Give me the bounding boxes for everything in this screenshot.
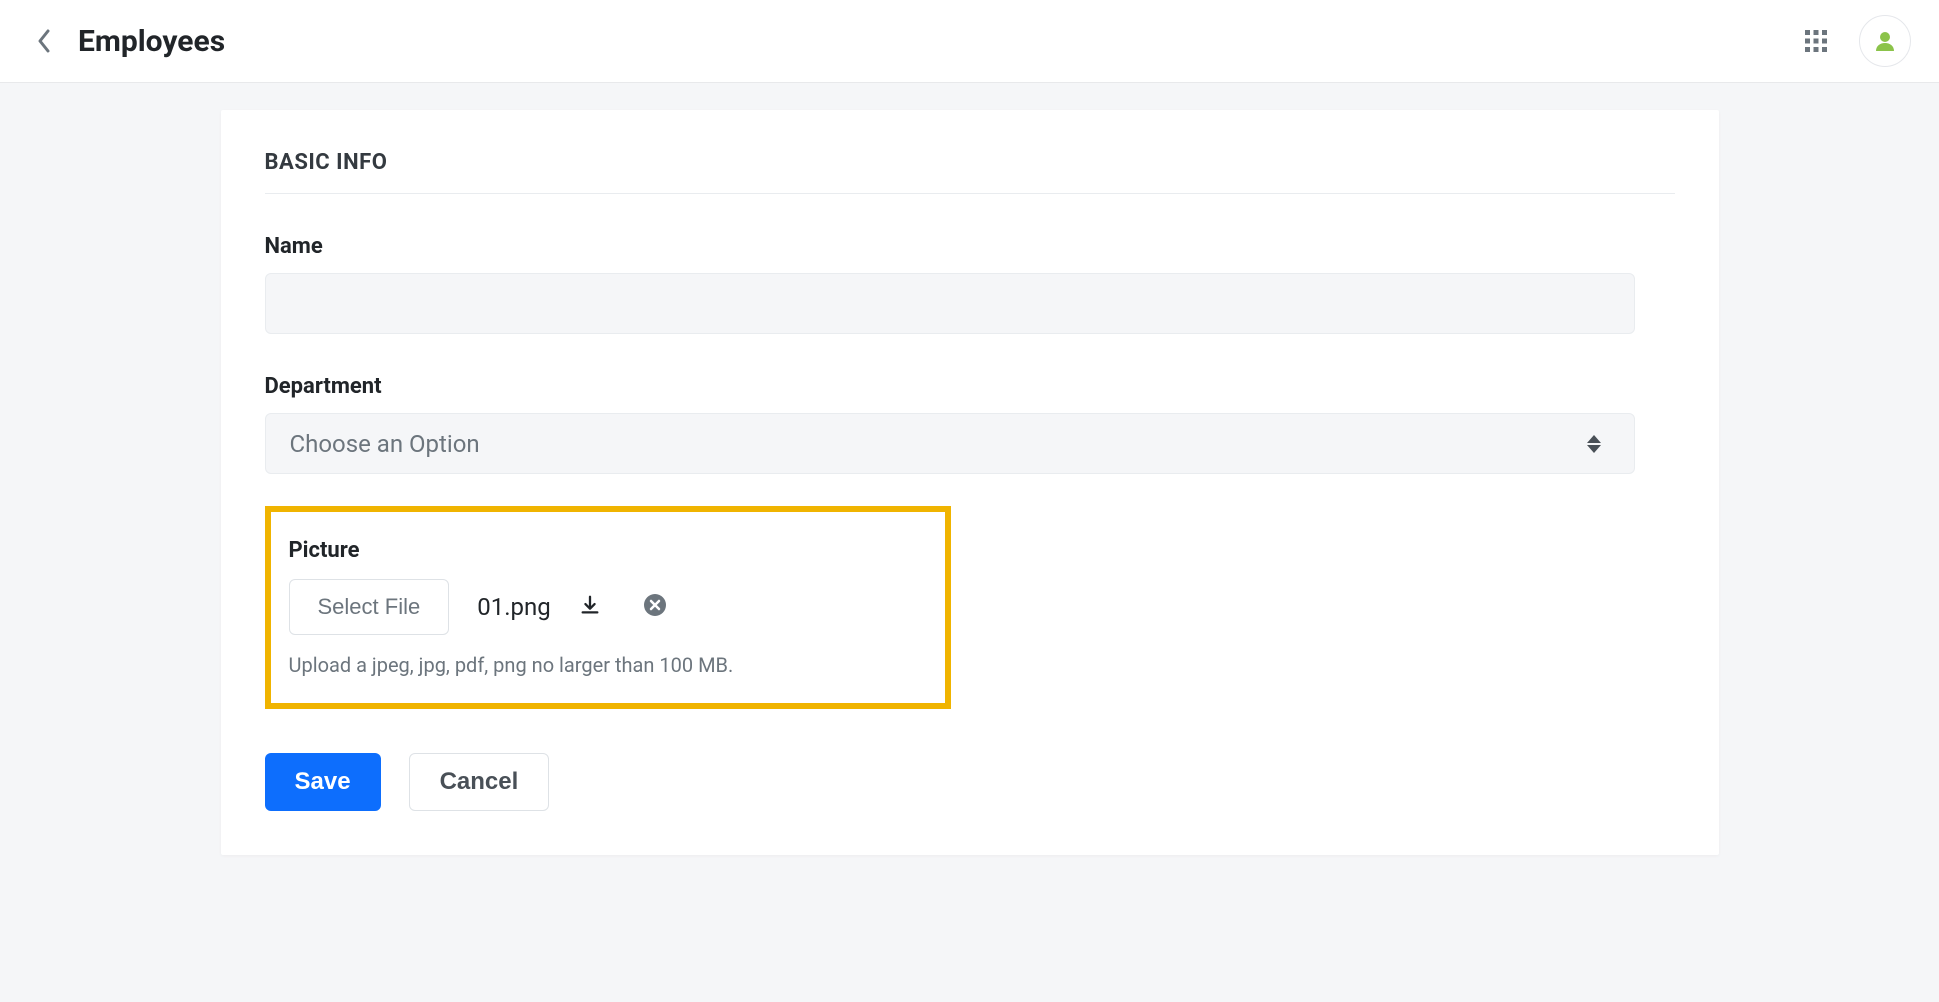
apps-button[interactable]: [1803, 28, 1829, 54]
user-avatar-button[interactable]: [1859, 15, 1911, 67]
name-field: Name: [265, 234, 1675, 334]
department-select-placeholder: Choose an Option: [290, 430, 480, 458]
name-input[interactable]: [265, 273, 1635, 334]
picture-field-highlighted: Picture Select File 01.png Upload a jpeg…: [265, 506, 951, 709]
cancel-button[interactable]: Cancel: [409, 753, 550, 811]
user-icon: [1873, 29, 1897, 53]
picture-label: Picture: [289, 538, 927, 563]
form-card: BASIC INFO Name Department Choose an Opt…: [221, 110, 1719, 855]
chevron-left-icon: [37, 29, 51, 53]
form-actions: Save Cancel: [265, 753, 1675, 811]
topbar-right: [1803, 15, 1911, 67]
section-title: BASIC INFO: [265, 150, 1675, 194]
close-circle-icon: [643, 593, 667, 617]
upload-hint: Upload a jpeg, jpg, pdf, png no larger t…: [289, 653, 927, 677]
selected-file-name: 01.png: [477, 593, 551, 621]
download-file-button[interactable]: [579, 594, 601, 620]
department-field: Department Choose an Option: [265, 374, 1675, 474]
department-label: Department: [265, 374, 1675, 399]
page-title: Employees: [78, 24, 225, 59]
name-label: Name: [265, 234, 1675, 259]
department-select[interactable]: Choose an Option: [265, 413, 1635, 474]
file-row: Select File 01.png: [289, 579, 927, 635]
topbar: Employees: [0, 0, 1939, 82]
remove-file-button[interactable]: [643, 593, 667, 621]
select-file-button[interactable]: Select File: [289, 579, 450, 635]
download-icon: [579, 594, 601, 616]
back-button[interactable]: [28, 25, 60, 57]
apps-grid-icon: [1804, 29, 1828, 53]
save-button[interactable]: Save: [265, 753, 381, 811]
